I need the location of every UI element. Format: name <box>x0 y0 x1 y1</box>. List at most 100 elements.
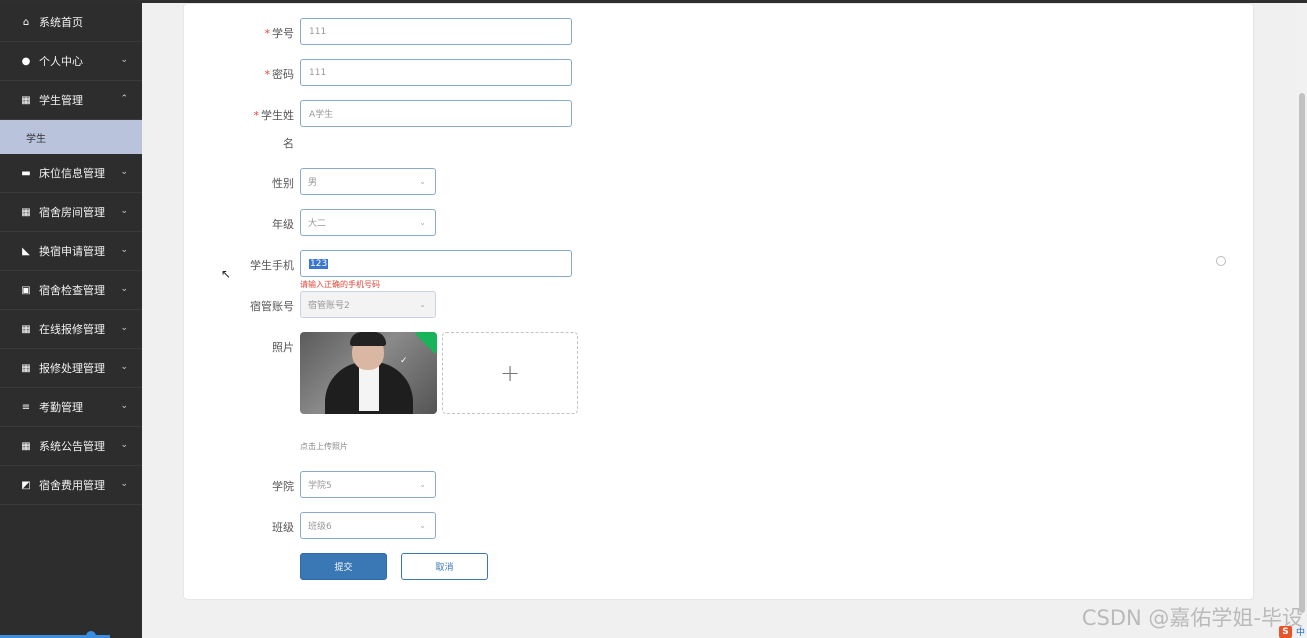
chevron-down-icon: ⌄ <box>120 440 128 450</box>
chevron-down-icon: ⌄ <box>419 521 426 530</box>
student-name-label: * 学生姓 <box>253 109 295 122</box>
sidebar-item-repair-handling[interactable]: ▦ 报修处理管理 ⌄ <box>0 349 142 388</box>
sidebar-item-label: 宿舍检查管理 <box>39 284 105 297</box>
settings-circle-icon[interactable] <box>1216 256 1226 266</box>
sidebar-item-dorm-room[interactable]: ▦ 宿舍房间管理 ⌄ <box>0 193 142 232</box>
student-no-label: * 学号 <box>264 27 295 40</box>
watermark: CSDN @嘉佑学姐-毕设 <box>1081 606 1303 630</box>
dorm-account-select[interactable]: 宿管账号2 ⌄ <box>300 291 436 318</box>
gender-value: 男 <box>308 178 318 188</box>
sidebar-item-bed-info[interactable]: ▬ 床位信息管理 ⌄ <box>0 154 142 193</box>
sidebar: ⌂ 系统首页 ● 个人中心 ⌄ ▦ 学生管理 ⌃ 学生 ▬ 床位信息管理 ⌄ ▦… <box>0 3 142 638</box>
add-photo-button[interactable]: + <box>442 332 578 414</box>
upload-success-badge <box>415 332 437 354</box>
sidebar-item-label: 系统公告管理 <box>39 440 105 453</box>
phone-input[interactable]: 123 <box>300 250 572 277</box>
sidebar-item-label: 在线报修管理 <box>39 323 105 336</box>
chevron-down-icon: ⌄ <box>120 245 128 255</box>
sidebar-subitem-label: 学生 <box>26 133 46 145</box>
grade-value: 大二 <box>308 219 327 229</box>
comment-icon: ▬ <box>21 167 31 179</box>
dorm-account-label: 宿管账号 <box>250 300 294 313</box>
phone-error-message: 请输入正确的手机号码 <box>300 280 380 289</box>
college-select[interactable]: 学院5 ⌄ <box>300 471 436 498</box>
sidebar-item-home[interactable]: ⌂ 系统首页 <box>0 3 142 42</box>
thumb-icon: ◣ <box>22 245 30 257</box>
chart-icon: ◩ <box>21 479 31 491</box>
mouse-cursor-icon: ↖ <box>221 267 232 281</box>
sidebar-item-label: 系统首页 <box>39 16 83 29</box>
ime-language[interactable]: 中 <box>1296 625 1305 638</box>
phone-label: 学生手机 <box>250 259 294 272</box>
chevron-down-icon: ⌄ <box>120 206 128 216</box>
grid-icon: ▦ <box>21 94 31 106</box>
check-icon: ✓ <box>400 356 408 366</box>
system-tray: S 中 <box>1278 625 1305 638</box>
gender-select[interactable]: 男 ⌄ <box>300 168 436 195</box>
phone-selected-text: 123 <box>309 258 329 269</box>
main-content: * 学号 111 * 密码 111 * 学生姓 名 A学生 性别 男 ⌄ 年级 大二 … <box>142 3 1297 638</box>
photo-upload-hint: 点击上传照片 <box>300 442 348 451</box>
grid-icon: ▦ <box>21 362 31 374</box>
grade-label: 年级 <box>272 218 294 231</box>
sidebar-item-label: 学生管理 <box>39 94 83 107</box>
photo-figure-hair <box>350 332 386 346</box>
class-select[interactable]: 班级6 ⌄ <box>300 512 436 539</box>
chevron-down-icon: ⌄ <box>120 167 128 177</box>
class-value: 班级6 <box>308 522 332 532</box>
chevron-up-icon: ⌃ <box>120 94 128 104</box>
sidebar-item-dorm-inspection[interactable]: ▣ 宿舍检查管理 ⌄ <box>0 271 142 310</box>
sidebar-item-label: 考勤管理 <box>39 401 83 414</box>
uploaded-photo[interactable]: ✓ <box>300 332 437 414</box>
chevron-down-icon: ⌄ <box>120 479 128 489</box>
sidebar-subitem-student[interactable]: 学生 <box>0 120 142 154</box>
page-scrollbar-thumb[interactable] <box>1299 93 1305 613</box>
submit-button[interactable]: 提交 <box>300 553 387 580</box>
chevron-down-icon: ⌄ <box>120 284 128 294</box>
chevron-down-icon: ⌄ <box>419 177 426 186</box>
chevron-down-icon: ⌄ <box>120 323 128 333</box>
chevron-down-icon: ⌄ <box>120 55 128 65</box>
cancel-button[interactable]: 取消 <box>401 553 488 580</box>
table-icon: ▦ <box>21 206 31 218</box>
student-name-input[interactable]: A学生 <box>300 100 572 127</box>
clipboard-icon: ▣ <box>21 284 31 296</box>
sidebar-item-student-management[interactable]: ▦ 学生管理 ⌃ <box>0 81 142 120</box>
student-name-label-cont: 名 <box>283 137 294 150</box>
form-card: * 学号 111 * 密码 111 * 学生姓 名 A学生 性别 男 ⌄ 年级 大二 … <box>183 3 1254 600</box>
college-value: 学院5 <box>308 481 332 491</box>
student-no-input[interactable]: 111 <box>300 18 572 45</box>
sidebar-item-personal-center[interactable]: ● 个人中心 ⌄ <box>0 42 142 81</box>
ime-icon[interactable]: S <box>1278 625 1292 638</box>
chevron-down-icon: ⌄ <box>419 480 426 489</box>
chevron-down-icon: ⌄ <box>120 362 128 372</box>
gender-label: 性别 <box>272 177 294 190</box>
sidebar-item-dorm-fees[interactable]: ◩ 宿舍费用管理 ⌄ <box>0 466 142 505</box>
photo-figure-shirt <box>359 366 379 411</box>
sidebar-item-online-repair[interactable]: ▦ 在线报修管理 ⌄ <box>0 310 142 349</box>
dorm-account-value: 宿管账号2 <box>308 301 350 311</box>
photo-label: 照片 <box>272 341 294 354</box>
chevron-down-icon: ⌄ <box>419 218 426 227</box>
chevron-down-icon: ⌄ <box>120 401 128 411</box>
password-label: * 密码 <box>264 68 295 81</box>
sidebar-item-room-change[interactable]: ◣ 换宿申请管理 ⌄ <box>0 232 142 271</box>
plus-icon: + <box>499 359 521 387</box>
page-scrollbar[interactable] <box>1297 3 1307 638</box>
password-input[interactable]: 111 <box>300 59 572 86</box>
sidebar-item-label: 换宿申请管理 <box>39 245 105 258</box>
grid-icon: ▦ <box>21 323 31 335</box>
home-icon: ⌂ <box>22 16 30 28</box>
sidebar-item-attendance[interactable]: ≡ 考勤管理 ⌄ <box>0 388 142 427</box>
grid-icon: ▦ <box>21 440 31 452</box>
college-label: 学院 <box>272 480 294 493</box>
class-label: 班级 <box>272 521 294 534</box>
sidebar-item-label: 报修处理管理 <box>39 362 105 375</box>
sidebar-scroll-knob[interactable] <box>86 631 96 638</box>
sidebar-item-label: 宿舍房间管理 <box>39 206 105 219</box>
sidebar-item-label: 宿舍费用管理 <box>39 479 105 492</box>
sidebar-item-label: 个人中心 <box>39 55 83 68</box>
sliders-icon: ≡ <box>21 401 31 413</box>
sidebar-item-announcements[interactable]: ▦ 系统公告管理 ⌄ <box>0 427 142 466</box>
grade-select[interactable]: 大二 ⌄ <box>300 209 436 236</box>
